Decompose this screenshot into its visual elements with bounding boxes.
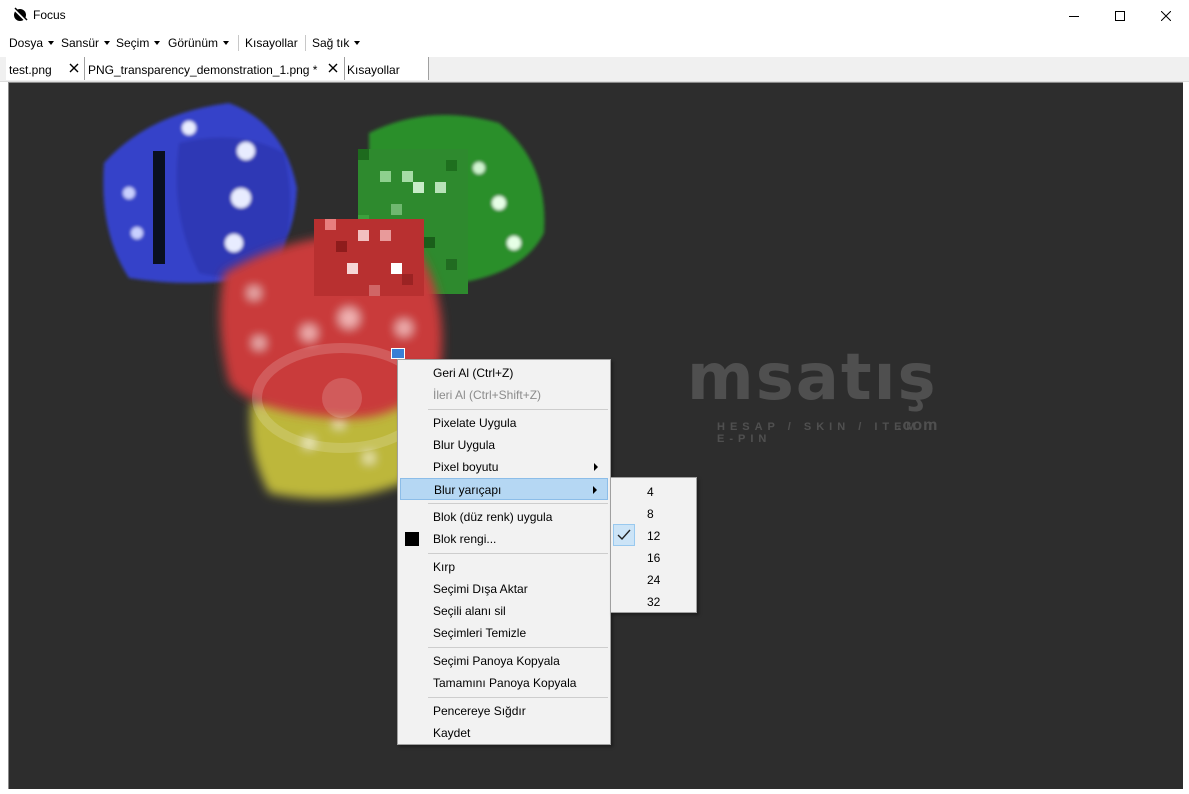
menu-sansur[interactable]: Sansür (61, 36, 111, 50)
menu-item-block-color[interactable]: Blok rengi... (400, 528, 608, 550)
chevron-down-icon (104, 41, 111, 45)
menu-item-delete-selection[interactable]: Seçili alanı sil (400, 600, 608, 622)
menu-item-export-selection[interactable]: Seçimi Dışa Aktar (400, 578, 608, 600)
watermark-text: msatış (687, 341, 938, 415)
menu-secim[interactable]: Seçim (116, 36, 161, 50)
menu-item-copy-selection[interactable]: Seçimi Panoya Kopyala (400, 650, 608, 672)
maximize-icon (1115, 10, 1125, 21)
close-icon (1161, 10, 1171, 21)
context-menu: Geri Al (Ctrl+Z) İleri Al (Ctrl+Shift+Z)… (397, 359, 611, 745)
menu-item-pixelate[interactable]: Pixelate Uygula (400, 412, 608, 434)
blur-radius-submenu: 4 8 12 16 24 32 (610, 477, 697, 613)
title-bar: Focus (0, 0, 1189, 31)
menu-item-blur[interactable]: Blur Uygula (400, 434, 608, 456)
menu-separator (428, 647, 608, 648)
blur-option-8[interactable]: 8 (613, 502, 694, 524)
chevron-right-icon (593, 486, 597, 494)
chevron-down-icon (223, 41, 230, 45)
menu-separator (428, 409, 608, 410)
blur-option-16[interactable]: 16 (613, 546, 694, 568)
menu-item-blur-radius[interactable]: Blur yarıçapı (400, 478, 608, 500)
menu-separator (238, 35, 239, 51)
menu-item-fit-window[interactable]: Pencereye Sığdır (400, 700, 608, 722)
menu-item-undo[interactable]: Geri Al (Ctrl+Z) (400, 362, 608, 384)
menu-item-clear-selections[interactable]: Seçimleri Temizle (400, 622, 608, 644)
menu-dosya[interactable]: Dosya (9, 36, 55, 50)
menu-gorunum[interactable]: Görünüm (168, 36, 230, 50)
tab-png-transparency[interactable]: PNG_transparency_demonstration_1.png * (85, 57, 345, 80)
tab-kisayollar[interactable]: Kısayollar (345, 57, 429, 80)
maximize-button[interactable] (1097, 0, 1143, 31)
blur-option-32[interactable]: 32 (613, 590, 694, 612)
watermark-suffix: .com (897, 417, 939, 434)
chevron-down-icon (154, 41, 161, 45)
chevron-right-icon (594, 463, 598, 471)
close-icon[interactable] (68, 62, 80, 74)
focus-logo-icon (13, 7, 28, 22)
tab-test-png[interactable]: test.png (6, 57, 85, 80)
checkmark-box (613, 524, 635, 546)
menu-item-crop[interactable]: Kırp (400, 556, 608, 578)
menu-item-redo: İleri Al (Ctrl+Shift+Z) (433, 388, 542, 402)
close-button[interactable] (1143, 0, 1189, 31)
chevron-down-icon (48, 41, 55, 45)
tab-bar: test.png PNG_transparency_demonstration_… (0, 57, 1189, 82)
blocked-region (153, 151, 165, 264)
menu-separator (428, 503, 608, 504)
menu-item-pixel-size[interactable]: Pixel boyutu (400, 456, 608, 478)
color-swatch (405, 532, 419, 546)
menu-sag-tik[interactable]: Sağ tık (312, 36, 361, 50)
blur-option-12[interactable]: 12 (613, 524, 694, 546)
menu-item-copy-all[interactable]: Tamamını Panoya Kopyala (400, 672, 608, 694)
close-icon[interactable] (327, 62, 339, 74)
menu-item-block-apply[interactable]: Blok (düz renk) uygula (400, 506, 608, 528)
window-title: Focus (33, 8, 66, 22)
blur-option-4[interactable]: 4 (613, 480, 694, 502)
menu-kisayollar[interactable]: Kısayollar (245, 36, 298, 50)
menu-separator (428, 553, 608, 554)
minimize-icon (1069, 15, 1079, 17)
menu-bar: Dosya Sansür Seçim Görünüm Kısayollar Sa… (0, 31, 1189, 55)
checkmark-icon (617, 529, 631, 541)
minimize-button[interactable] (1051, 0, 1097, 31)
selection-handle[interactable] (391, 348, 405, 359)
menu-separator (305, 35, 306, 51)
menu-item-save[interactable]: Kaydet (400, 722, 608, 744)
menu-separator (428, 697, 608, 698)
pixelated-region (314, 219, 424, 296)
chevron-down-icon (354, 41, 361, 45)
blur-option-24[interactable]: 24 (613, 568, 694, 590)
